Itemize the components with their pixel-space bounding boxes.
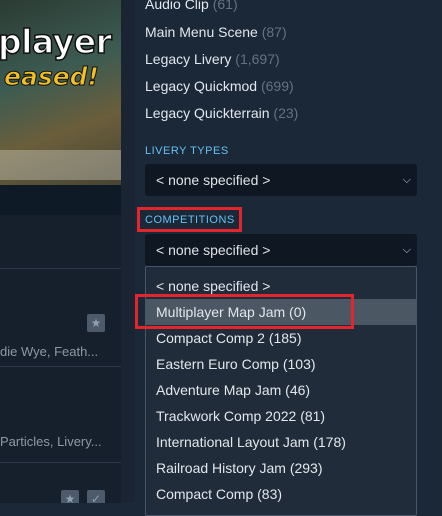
divider — [0, 268, 121, 269]
competition-option[interactable]: International Layout Jam (178) — [146, 429, 416, 455]
competitions-value: < none specified > — [156, 242, 271, 258]
tag-name: Legacy Livery — [145, 51, 232, 67]
chevron-down-icon: ⌵ — [402, 174, 411, 186]
filter-panel: Audio Clip (61) Main Menu Scene (87) Leg… — [135, 0, 442, 516]
tag-item-legacy-livery[interactable]: Legacy Livery (1,697) — [145, 51, 280, 67]
tag-count: (23) — [273, 105, 299, 121]
banner-text-line1: player — [0, 21, 113, 62]
option-label: International Layout Jam (178) — [156, 434, 346, 450]
option-label: Eastern Euro Comp (103) — [156, 356, 316, 372]
divider — [0, 366, 121, 367]
item-tags: die Wye, Feath... — [0, 344, 99, 359]
item-tags: Particles, Livery... — [0, 434, 102, 449]
tag-count: (61) — [212, 0, 238, 12]
competition-option[interactable]: Compact Comp (83) — [146, 481, 416, 507]
highlight-box-multiplayer-map-jam — [135, 294, 354, 329]
chevron-down-icon: ⌵ — [402, 244, 411, 256]
left-panel: player eased! ★ die Wye, Feath... Partic… — [0, 0, 121, 503]
tag-item-audio-clip[interactable]: Audio Clip (61) — [145, 0, 238, 12]
livery-types-label: LIVERY TYPES — [145, 145, 229, 157]
competition-option[interactable]: Eastern Euro Comp (103) — [146, 351, 416, 377]
tag-count: (87) — [261, 24, 287, 40]
competition-option[interactable]: Adventure Map Jam (46) — [146, 377, 416, 403]
tag-count: (1,697) — [235, 51, 280, 67]
tag-item-legacy-quickterrain[interactable]: Legacy Quickterrain (23) — [145, 105, 298, 121]
competition-option[interactable]: Trackwork Comp 2022 (81) — [146, 403, 416, 429]
banner-stripe — [0, 150, 121, 180]
tag-name: Legacy Quickterrain — [145, 105, 270, 121]
competitions-select[interactable]: < none specified > ⌵ — [145, 234, 417, 266]
featured-banner[interactable]: player eased! — [0, 0, 121, 215]
favorite-star-icon[interactable]: ★ — [87, 314, 105, 332]
option-label: Adventure Map Jam (46) — [156, 382, 311, 398]
favorite-star-icon[interactable]: ★ — [61, 490, 79, 503]
option-label: Compact Comp (83) — [156, 486, 283, 502]
tag-name: Audio Clip — [145, 0, 209, 12]
tag-item-legacy-quickmod[interactable]: Legacy Quickmod (699) — [145, 78, 294, 94]
option-label: Railroad History Jam (293) — [156, 460, 323, 476]
tag-name: Main Menu Scene — [145, 24, 258, 40]
divider — [0, 462, 121, 463]
banner-shadow — [0, 185, 121, 215]
tag-name: Legacy Quickmod — [145, 78, 258, 94]
tag-count: (699) — [260, 78, 294, 94]
check-icon[interactable]: ✓ — [87, 490, 105, 503]
competition-option[interactable]: Railroad History Jam (293) — [146, 455, 416, 481]
tag-item-main-menu-scene[interactable]: Main Menu Scene (87) — [145, 24, 287, 40]
option-label: Trackwork Comp 2022 (81) — [156, 408, 326, 424]
banner-text-line2: eased! — [4, 62, 100, 92]
livery-types-select[interactable]: < none specified > ⌵ — [145, 164, 417, 196]
competitions-label: COMPETITIONS — [145, 214, 235, 226]
livery-types-value: < none specified > — [156, 172, 271, 188]
gutter — [121, 0, 135, 503]
